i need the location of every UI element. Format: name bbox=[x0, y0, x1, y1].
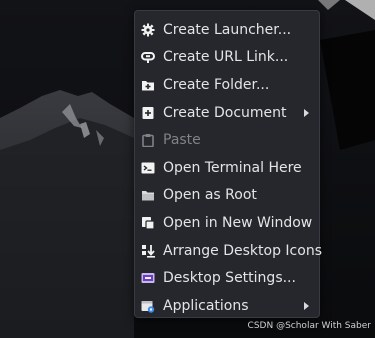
desktop-context-menu: Create Launcher... Create URL Link... Cr… bbox=[134, 10, 322, 320]
menu-item-open-as-root[interactable]: Open as Root bbox=[135, 182, 319, 210]
arrange-icon bbox=[141, 244, 155, 258]
menu-item-label: Applications bbox=[163, 297, 249, 314]
document-plus-icon bbox=[141, 106, 155, 120]
new-window-icon bbox=[141, 216, 155, 230]
menu-item-label: Desktop Settings... bbox=[163, 270, 296, 287]
applications-icon bbox=[141, 299, 155, 313]
menu-item-create-document[interactable]: Create Document bbox=[135, 99, 319, 127]
menu-item-label: Arrange Desktop Icons bbox=[163, 242, 322, 259]
menu-item-label: Open as Root bbox=[163, 187, 257, 204]
menu-item-label: Open Terminal Here bbox=[163, 159, 302, 176]
menu-item-desktop-settings[interactable]: Desktop Settings... bbox=[135, 264, 319, 292]
menu-item-label: Create Folder... bbox=[163, 76, 270, 93]
menu-item-create-url-link[interactable]: Create URL Link... bbox=[135, 44, 319, 72]
menu-item-create-folder[interactable]: Create Folder... bbox=[135, 71, 319, 99]
terminal-icon bbox=[141, 161, 155, 175]
menu-item-open-terminal-here[interactable]: Open Terminal Here bbox=[135, 154, 319, 182]
menu-item-label: Create URL Link... bbox=[163, 49, 289, 66]
submenu-arrow-icon bbox=[304, 301, 309, 310]
menu-item-label: Create Document bbox=[163, 104, 287, 121]
desktop-settings-icon bbox=[141, 271, 155, 285]
menu-item-applications[interactable]: Applications bbox=[135, 292, 319, 320]
gear-icon bbox=[141, 23, 155, 37]
menu-item-label: Open in New Window bbox=[163, 214, 313, 231]
folder-plus-icon bbox=[141, 78, 155, 92]
menu-item-label: Paste bbox=[163, 132, 201, 149]
clipboard-icon bbox=[141, 133, 155, 148]
menu-item-paste[interactable]: Paste bbox=[135, 126, 319, 154]
watermark-text: CSDN @Scholar With Saber bbox=[247, 321, 371, 331]
menu-item-open-in-new-window[interactable]: Open in New Window bbox=[135, 209, 319, 237]
menu-item-create-launcher[interactable]: Create Launcher... bbox=[135, 16, 319, 44]
submenu-arrow-icon bbox=[304, 108, 309, 117]
menu-item-label: Create Launcher... bbox=[163, 21, 292, 38]
link-icon bbox=[141, 50, 155, 64]
folder-icon bbox=[141, 188, 155, 202]
menu-item-arrange-desktop-icons[interactable]: Arrange Desktop Icons bbox=[135, 237, 322, 265]
